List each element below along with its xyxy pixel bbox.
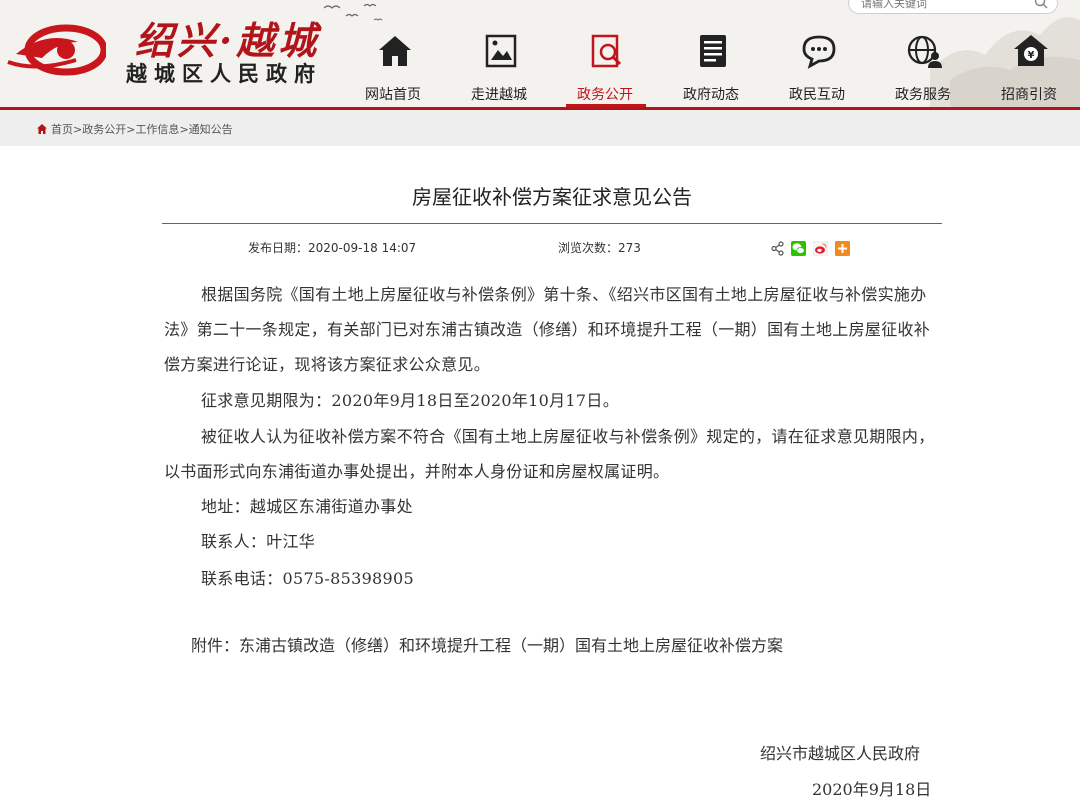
document-search-icon bbox=[591, 34, 622, 68]
nav-label: 走进越城 bbox=[471, 87, 527, 103]
attachment-link[interactable]: 附件：东浦古镇改造（修缮）和环境提升工程（一期）国有土地上房屋征收补偿方案 bbox=[191, 632, 783, 656]
site-header: 绍兴·越城 越城区人民政府 网站首页 走进越城 bbox=[0, 0, 1080, 108]
nav-item-gov-affairs[interactable]: 政务公开 bbox=[552, 28, 658, 108]
government-emblem-logo[interactable] bbox=[6, 22, 106, 78]
breadcrumb-separator: > bbox=[179, 123, 189, 136]
search-box[interactable] bbox=[848, 0, 1058, 14]
breadcrumb: 首页>政务公开>工作信息>通知公告 bbox=[36, 121, 233, 137]
paragraph-contact: 联系人：叶江华 bbox=[201, 532, 316, 551]
paragraph-phone: 联系电话：0575-85398905 bbox=[201, 569, 414, 588]
view-count: 浏览次数：273 bbox=[558, 239, 641, 256]
weibo-icon[interactable] bbox=[813, 241, 828, 256]
more-plus-icon[interactable] bbox=[835, 241, 850, 256]
share-bar bbox=[770, 241, 860, 257]
globe-user-icon bbox=[907, 35, 942, 68]
svg-text:¥: ¥ bbox=[1028, 50, 1035, 61]
search-icon[interactable] bbox=[1033, 0, 1049, 10]
signature-date: 2020年9月18日 bbox=[812, 780, 932, 799]
picture-icon bbox=[485, 34, 517, 68]
home-icon bbox=[37, 124, 47, 134]
nav-label: 政民互动 bbox=[789, 87, 845, 103]
main-nav: 网站首页 走进越城 政务公开 政府动态 政民互动 政务服务 ¥ 招商引资 bbox=[340, 28, 1080, 108]
site-title: 绍兴·越城 bbox=[135, 18, 321, 63]
article-paragraph: 联系人：叶江华 bbox=[164, 524, 940, 559]
breadcrumb-bar: 首页>政务公开>工作信息>通知公告 bbox=[0, 110, 1080, 146]
publish-date-label: 发布日期： bbox=[248, 241, 309, 255]
home-icon bbox=[379, 36, 411, 66]
nav-label: 政府动态 bbox=[683, 87, 739, 103]
nav-item-about[interactable]: 走进越城 bbox=[446, 28, 552, 108]
paragraph-address: 地址：越城区东浦街道办事处 bbox=[201, 497, 413, 516]
birds-decoration-icon bbox=[323, 3, 383, 21]
nav-label: 政务服务 bbox=[895, 87, 951, 103]
article-paragraph: 征求意见期限为：2020年9月18日至2020年10月17日。 bbox=[164, 383, 940, 418]
view-count-label: 浏览次数： bbox=[558, 241, 619, 255]
share-icon[interactable] bbox=[770, 241, 785, 256]
wechat-icon[interactable] bbox=[791, 241, 806, 256]
yuan-house-icon: ¥ bbox=[1014, 35, 1048, 66]
nav-item-services[interactable]: 政务服务 bbox=[870, 28, 976, 108]
publish-date: 发布日期：2020-09-18 14:07 bbox=[248, 239, 416, 256]
breadcrumb-link-gov-affairs[interactable]: 政务公开 bbox=[82, 123, 126, 136]
nav-item-gov-news[interactable]: 政府动态 bbox=[658, 28, 764, 108]
nav-item-investment[interactable]: ¥ 招商引资 bbox=[976, 28, 1080, 108]
paragraph-rights: 被征收人认为征收补偿方案不符合《国有土地上房屋征收与补偿条例》规定的，请在征求意… bbox=[164, 427, 935, 481]
paragraph-period: 征求意见期限为：2020年9月18日至2020年10月17日。 bbox=[201, 391, 619, 410]
view-count-value: 273 bbox=[618, 241, 641, 255]
nav-label: 网站首页 bbox=[365, 87, 421, 103]
nav-item-home[interactable]: 网站首页 bbox=[340, 28, 446, 108]
article-paragraph: 根据国务院《国有土地上房屋征收与补偿条例》第十条、《绍兴市区国有土地上房屋征收与… bbox=[164, 277, 940, 382]
title-divider bbox=[162, 223, 942, 224]
site-subtitle: 越城区人民政府 bbox=[126, 61, 322, 86]
article-paragraph: 地址：越城区东浦街道办事处 bbox=[164, 489, 940, 524]
article-paragraph: 联系电话：0575-85398905 bbox=[164, 561, 940, 596]
news-list-icon bbox=[700, 35, 726, 67]
search-input[interactable] bbox=[861, 0, 1021, 11]
article-paragraph: 被征收人认为征收补偿方案不符合《国有土地上房屋征收与补偿条例》规定的，请在征求意… bbox=[164, 419, 940, 489]
chat-bubble-icon bbox=[802, 35, 836, 69]
signature-organization: 绍兴市越城区人民政府 bbox=[760, 744, 921, 763]
nav-item-interaction[interactable]: 政民互动 bbox=[764, 28, 870, 108]
breadcrumb-link-home[interactable]: 首页 bbox=[51, 123, 73, 136]
nav-label: 招商引资 bbox=[1001, 87, 1057, 103]
article-title: 房屋征收补偿方案征求意见公告 bbox=[412, 185, 692, 209]
breadcrumb-link-notices[interactable]: 通知公告 bbox=[189, 123, 233, 136]
breadcrumb-separator: > bbox=[73, 123, 83, 136]
paragraph-main: 根据国务院《国有土地上房屋征收与补偿条例》第十条、《绍兴市区国有土地上房屋征收与… bbox=[164, 285, 931, 374]
breadcrumb-link-work-info[interactable]: 工作信息 bbox=[135, 123, 179, 136]
publish-date-value: 2020-09-18 14:07 bbox=[308, 241, 417, 255]
nav-label: 政务公开 bbox=[577, 87, 633, 103]
